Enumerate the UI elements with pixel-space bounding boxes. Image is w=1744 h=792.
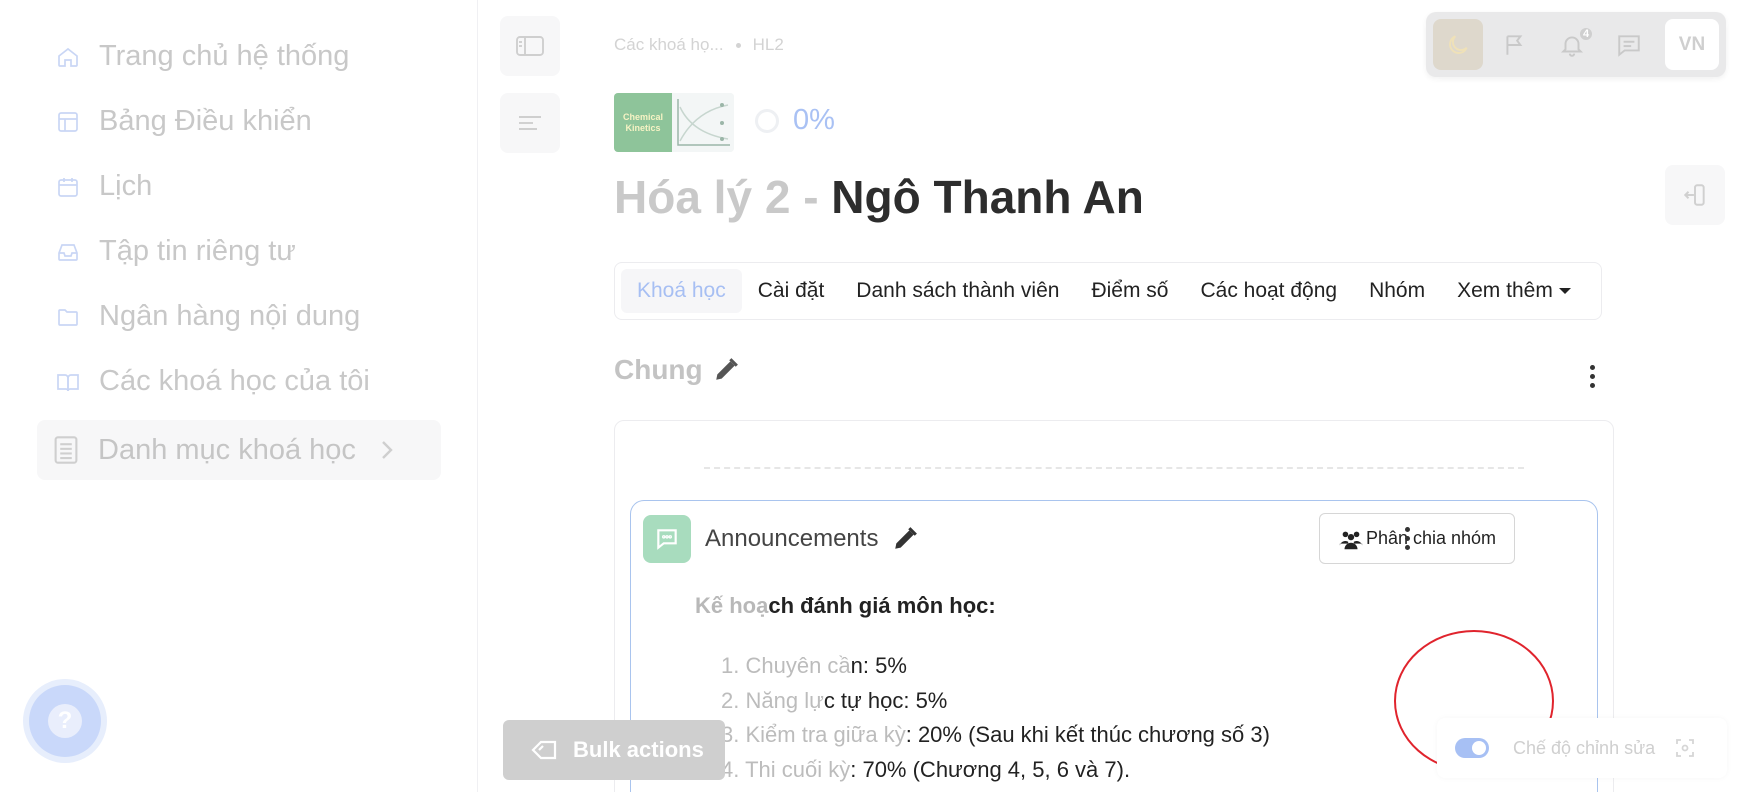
catalog-icon — [54, 436, 78, 464]
forum-icon — [643, 515, 691, 563]
inbox-icon — [54, 238, 82, 266]
bulk-actions-button[interactable]: Bulk actions — [503, 720, 725, 780]
chevron-right-icon — [382, 441, 393, 459]
sidebar: Trang chủ hệ thống Bảng Điều khiển Lịch … — [0, 0, 478, 792]
announcement-title-text[interactable]: Announcements — [705, 525, 878, 553]
edit-pencil-icon[interactable] — [713, 357, 739, 383]
sidebar-toggle-button[interactable] — [500, 16, 560, 76]
message-icon — [1618, 34, 1640, 57]
language-button[interactable]: VN — [1665, 19, 1719, 70]
sidebar-item-label: Trang chủ hệ thống — [99, 40, 350, 72]
question-icon: ? — [48, 704, 82, 738]
sidebar-item-home[interactable]: Trang chủ hệ thống — [54, 24, 370, 89]
page-title: Hóa lý 2 - Ngô Thanh An — [614, 170, 1144, 224]
section-menu-button[interactable] — [1589, 365, 1595, 388]
help-button[interactable]: ? — [29, 685, 101, 757]
section-divider — [704, 467, 1524, 469]
sidebar-item-label: Tập tin riêng tư — [99, 235, 296, 267]
focus-mode-icon[interactable] — [1675, 738, 1695, 758]
kinetics-graph-icon — [677, 99, 730, 146]
announcement-menu-button[interactable] — [1404, 527, 1410, 550]
section-title: Chung — [614, 354, 739, 386]
catalog-label: Danh mục khoá học — [98, 433, 356, 466]
course-index-button[interactable] — [500, 93, 560, 153]
tab-course[interactable]: Khoá học — [621, 269, 742, 313]
course-title-teacher: Ngô Thanh An — [831, 171, 1144, 223]
sidebar-item-calendar[interactable]: Lịch — [54, 154, 370, 219]
section-title-text: Chung — [614, 354, 703, 385]
sidebar-item-label: Ngân hàng nội dung — [99, 300, 361, 332]
list-item: 1. Chuyên cần: 5% — [721, 653, 907, 678]
book-icon — [54, 368, 82, 396]
thumbnail-graph — [672, 93, 734, 152]
caret-down-icon — [1558, 288, 1571, 294]
list-item: 4. Thi cuối kỳ: 70% (Chương 4, 5, 6 và 7… — [721, 756, 1131, 782]
tab-grades[interactable]: Điểm số — [1075, 269, 1184, 313]
bulk-actions-icon — [531, 740, 557, 760]
tab-activities[interactable]: Các hoạt động — [1184, 269, 1353, 313]
sidebar-item-private-files[interactable]: Tập tin riêng tư — [54, 219, 370, 284]
folder-icon — [54, 303, 82, 331]
calendar-icon — [54, 173, 82, 201]
top-toolbar: 4 VN — [1426, 12, 1726, 77]
group-mode-label: Phân chia nhóm — [1365, 528, 1497, 548]
edit-mode-label: Chế độ chỉnh sửa — [1513, 737, 1656, 758]
breadcrumb-item-courses[interactable]: Các khoá họ... — [614, 35, 724, 55]
course-thumbnail: Chemical Kinetics — [614, 93, 734, 152]
sidebar-item-label: Lịch — [99, 170, 153, 202]
edit-mode-toggle[interactable] — [1455, 738, 1489, 758]
group-mode-button[interactable]: Phân chia nhóm — [1319, 513, 1515, 564]
home-icon — [54, 43, 82, 71]
tab-settings[interactable]: Cài đặt — [742, 269, 841, 313]
course-title-code: Hóa lý 2 - — [614, 171, 832, 223]
sidebar-item-course-catalog[interactable]: Danh mục khoá học — [37, 420, 441, 480]
edit-pencil-icon[interactable] — [892, 526, 918, 552]
sidebar-toggle-icon — [516, 36, 544, 56]
course-tabs: Khoá học Cài đặt Danh sách thành viên Đi… — [614, 262, 1602, 320]
course-progress: 0% — [755, 104, 835, 137]
breadcrumb-separator — [735, 42, 741, 48]
thumbnail-caption: Chemical Kinetics — [614, 93, 672, 152]
group-icon — [1339, 531, 1363, 549]
course-page: Trang chủ hệ thống Bảng Điều khiển Lịch … — [0, 0, 1744, 792]
messages-button[interactable] — [1604, 19, 1654, 70]
list-align-icon — [519, 116, 541, 130]
exit-button[interactable] — [1665, 165, 1725, 225]
progress-ring-icon — [755, 108, 779, 133]
list-item: 2. Năng lực tự học: 5% — [721, 687, 948, 713]
progress-value: 0% — [793, 104, 835, 136]
moon-icon — [1449, 34, 1468, 54]
tab-more-label: Xem thêm — [1457, 279, 1553, 302]
dashboard-icon — [54, 108, 82, 136]
tab-participants[interactable]: Danh sách thành viên — [840, 269, 1075, 313]
list-item: 3. Kiểm tra giữa kỳ: 20% (Sau khi kết th… — [721, 722, 1270, 747]
breadcrumb: Các khoá họ... HL2 — [614, 35, 784, 55]
edit-mode-control: Chế độ chỉnh sửa — [1437, 718, 1727, 778]
flag-icon — [1506, 34, 1523, 55]
assessment-plan-list: 1. Chuyên cần: 5% 2. Năng lực tự học: 5%… — [721, 649, 1270, 787]
sidebar-nav: Trang chủ hệ thống Bảng Điều khiển Lịch … — [54, 24, 370, 414]
tab-more[interactable]: Xem thêm — [1441, 269, 1587, 313]
notifications-button[interactable]: 4 — [1547, 19, 1597, 70]
assessment-plan-heading: Kế hoạch đánh giá môn học: — [695, 593, 996, 618]
notification-badge: 4 — [1578, 26, 1594, 42]
sidebar-item-dashboard[interactable]: Bảng Điều khiển — [54, 89, 370, 154]
bulk-actions-label: Bulk actions — [573, 737, 704, 762]
sidebar-item-label: Các khoá học của tôi — [99, 365, 370, 397]
flag-button[interactable] — [1490, 19, 1540, 70]
sidebar-item-label: Bảng Điều khiển — [99, 105, 312, 137]
exit-icon — [1683, 184, 1705, 206]
sidebar-item-content-bank[interactable]: Ngân hàng nội dung — [54, 284, 370, 349]
announcement-title[interactable]: Announcements — [705, 525, 918, 553]
breadcrumb-item-current[interactable]: HL2 — [753, 35, 784, 55]
tab-groups[interactable]: Nhóm — [1353, 269, 1441, 313]
dark-mode-button[interactable] — [1433, 19, 1483, 70]
sidebar-item-my-courses[interactable]: Các khoá học của tôi — [54, 349, 370, 414]
